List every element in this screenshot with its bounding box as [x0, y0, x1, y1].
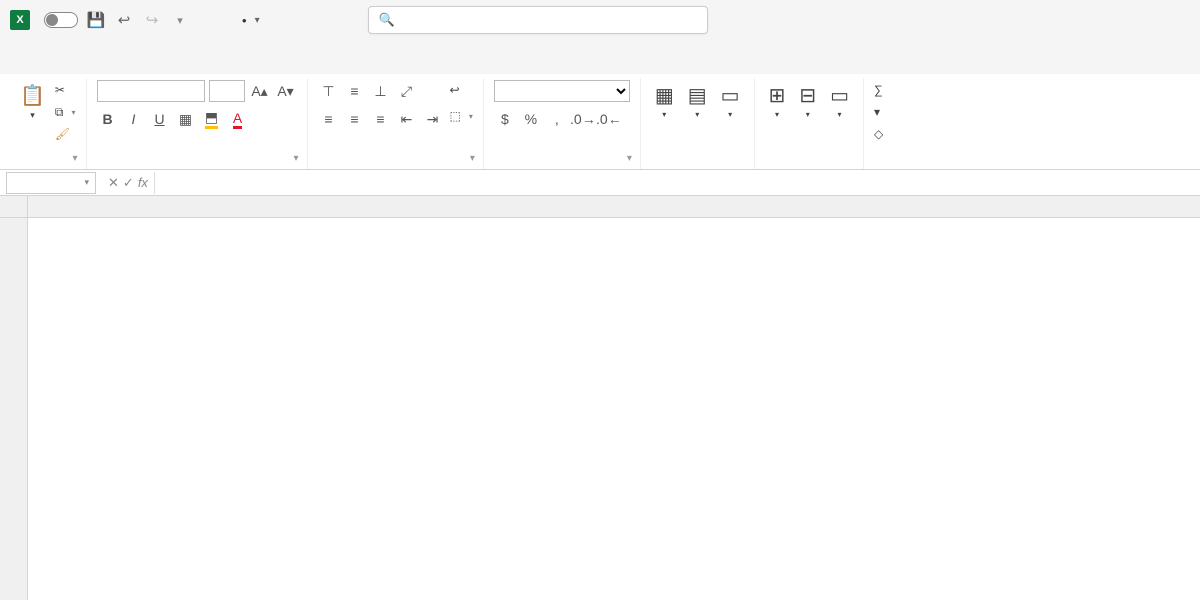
- insert-icon: ⊞: [769, 82, 786, 110]
- document-title[interactable]: • ▾: [238, 13, 260, 28]
- group-font: A▴ A▾ B I U ▦ ⬒ A ▾: [87, 78, 308, 169]
- font-size-input[interactable]: [209, 80, 245, 102]
- percent-icon[interactable]: %: [520, 108, 542, 130]
- clear-button[interactable]: ◇: [874, 124, 887, 144]
- paste-button[interactable]: 📋 ▾: [16, 80, 49, 122]
- align-top-icon[interactable]: ⊤: [318, 80, 340, 102]
- comma-icon[interactable]: ,: [546, 108, 568, 130]
- cell-styles-button[interactable]: ▭▾: [717, 80, 744, 121]
- decrease-decimal-icon[interactable]: .0←: [598, 108, 620, 130]
- dialog-launcher-icon[interactable]: ▾: [72, 153, 77, 164]
- fx-icon[interactable]: fx: [138, 175, 148, 190]
- font-color-button[interactable]: A: [227, 108, 249, 130]
- copy-button[interactable]: ⧉▾: [55, 102, 76, 122]
- fill-button[interactable]: ▾: [874, 102, 884, 122]
- cancel-icon[interactable]: ✕: [108, 175, 119, 191]
- dialog-launcher-icon[interactable]: ▾: [293, 153, 298, 164]
- dialog-launcher-icon[interactable]: ▾: [627, 153, 632, 164]
- delete-cells-button[interactable]: ⊟▾: [795, 80, 820, 121]
- title-bar: X 💾 ↩ ↪ ▾ • ▾ 🔍: [0, 0, 1200, 40]
- cond-format-icon: ▦: [655, 82, 674, 110]
- italic-button[interactable]: I: [123, 108, 145, 130]
- ribbon: 📋 ▾ ✂ ⧉▾ 🖌 ▾ A▴ A▾: [0, 74, 1200, 170]
- app-icon: X: [10, 10, 30, 30]
- align-right-icon[interactable]: ≡: [370, 108, 392, 130]
- fill-color-button[interactable]: ⬒: [201, 108, 223, 130]
- delete-icon: ⊟: [799, 82, 816, 110]
- qat-customize-icon[interactable]: ▾: [170, 10, 190, 30]
- group-number: $ % , .0→ .0← ▾: [484, 78, 641, 169]
- font-name-input[interactable]: [97, 80, 205, 102]
- column-headers: [28, 196, 1200, 218]
- orientation-icon[interactable]: ⤢: [396, 80, 418, 102]
- chevron-down-icon: ▾: [84, 177, 89, 188]
- group-alignment: ⊤ ≡ ⊥ ⤢ ≡ ≡ ≡ ⇤ ⇥ ↩ ⬚▾: [308, 78, 484, 169]
- borders-button[interactable]: ▦: [175, 108, 197, 130]
- dialog-launcher-icon[interactable]: ▾: [470, 153, 475, 164]
- formula-input[interactable]: [155, 172, 1200, 194]
- increase-decimal-icon[interactable]: .0→: [572, 108, 594, 130]
- number-format-select[interactable]: [494, 80, 630, 102]
- group-editing: ∑ ▾ ◇: [864, 78, 887, 169]
- search-icon: 🔍: [379, 12, 395, 28]
- formula-bar: ▾ ✕ ✓ fx: [0, 170, 1200, 196]
- group-clipboard: 📋 ▾ ✂ ⧉▾ 🖌 ▾: [6, 78, 87, 169]
- decrease-font-icon[interactable]: A▾: [275, 80, 297, 102]
- autosave-toggle[interactable]: [44, 12, 78, 28]
- group-styles: ▦▾ ▤▾ ▭▾: [641, 78, 755, 169]
- conditional-formatting-button[interactable]: ▦▾: [651, 80, 678, 121]
- format-cells-button[interactable]: ▭▾: [826, 80, 853, 121]
- increase-font-icon[interactable]: A▴: [249, 80, 271, 102]
- format-as-table-button[interactable]: ▤▾: [684, 80, 711, 121]
- save-icon[interactable]: 💾: [86, 10, 106, 30]
- chevron-down-icon: ▾: [255, 15, 260, 26]
- indent-increase-icon[interactable]: ⇥: [422, 108, 444, 130]
- autosum-button[interactable]: ∑: [874, 80, 887, 100]
- align-left-icon[interactable]: ≡: [318, 108, 340, 130]
- format-icon: ▭: [830, 82, 849, 110]
- align-center-icon[interactable]: ≡: [344, 108, 366, 130]
- table-icon: ▤: [688, 82, 707, 110]
- bold-button[interactable]: B: [97, 108, 119, 130]
- clear-icon: ◇: [874, 127, 883, 141]
- copy-icon: ⧉: [55, 105, 64, 120]
- autosave-control[interactable]: [38, 12, 78, 28]
- brush-icon: 🖌: [55, 127, 70, 141]
- merge-icon: ⬚: [450, 109, 461, 123]
- align-bottom-icon[interactable]: ⊥: [370, 80, 392, 102]
- cell-styles-icon: ▭: [721, 82, 740, 110]
- paste-icon: 📋: [20, 82, 45, 110]
- wrap-icon: ↩: [450, 83, 460, 97]
- search-input[interactable]: 🔍: [368, 6, 708, 34]
- currency-icon[interactable]: $: [494, 108, 516, 130]
- ribbon-tabs: [0, 40, 1200, 74]
- align-middle-icon[interactable]: ≡: [344, 80, 366, 102]
- cells-area[interactable]: [28, 218, 1200, 600]
- underline-button[interactable]: U: [149, 108, 171, 130]
- cut-icon: ✂: [55, 83, 65, 97]
- insert-cells-button[interactable]: ⊞▾: [765, 80, 790, 121]
- indent-decrease-icon[interactable]: ⇤: [396, 108, 418, 130]
- name-box[interactable]: ▾: [6, 172, 96, 194]
- group-cells: ⊞▾ ⊟▾ ▭▾: [755, 78, 864, 169]
- excel-window: X 💾 ↩ ↪ ▾ • ▾ 🔍 📋 ▾: [0, 0, 1200, 600]
- spreadsheet-grid[interactable]: [0, 196, 1200, 600]
- row-headers: [0, 218, 28, 600]
- format-painter-button[interactable]: 🖌: [55, 124, 76, 144]
- undo-icon[interactable]: ↩: [114, 10, 134, 30]
- fill-icon: ▾: [874, 105, 880, 119]
- redo-icon[interactable]: ↪: [142, 10, 162, 30]
- sum-icon: ∑: [874, 83, 883, 97]
- enter-icon[interactable]: ✓: [123, 175, 134, 191]
- wrap-text-button[interactable]: ↩: [450, 80, 473, 100]
- select-all-corner[interactable]: [0, 196, 28, 218]
- formula-controls: ✕ ✓ fx: [102, 172, 155, 194]
- cut-button[interactable]: ✂: [55, 80, 76, 100]
- merge-center-button[interactable]: ⬚▾: [450, 106, 473, 126]
